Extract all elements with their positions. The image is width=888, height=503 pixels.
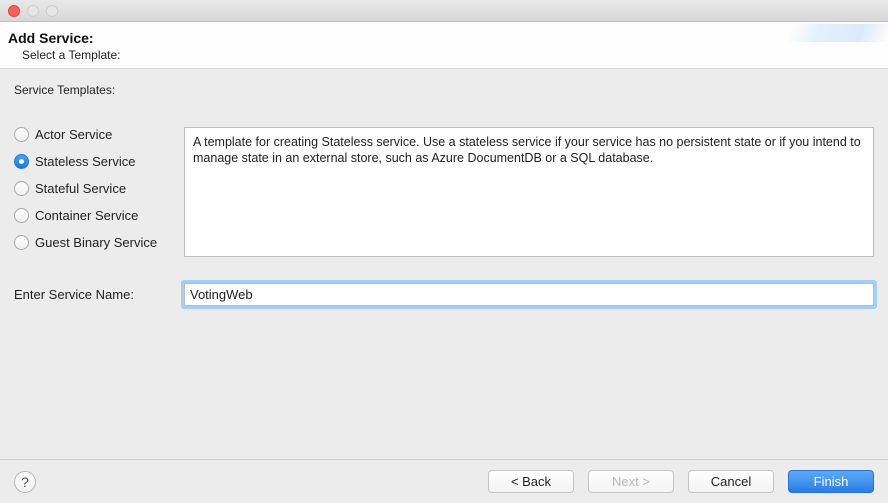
back-button[interactable]: < Back xyxy=(488,470,574,493)
radio-dot-icon xyxy=(19,159,24,164)
radio-label: Actor Service xyxy=(35,127,112,142)
radio-label: Stateful Service xyxy=(35,181,126,196)
template-description: A template for creating Stateless servic… xyxy=(184,127,874,257)
footer-button-row: < Back Next > Cancel Finish xyxy=(488,470,874,493)
service-name-row: Enter Service Name: xyxy=(14,283,874,306)
radio-icon xyxy=(14,208,29,223)
radio-icon xyxy=(14,154,29,169)
window-minimize-button xyxy=(27,5,39,17)
dialog-header: Add Service: Select a Template: xyxy=(0,22,888,69)
service-name-label: Enter Service Name: xyxy=(14,287,174,302)
dialog-footer: ? < Back Next > Cancel Finish xyxy=(0,459,888,503)
window-titlebar xyxy=(0,0,888,22)
radio-icon xyxy=(14,181,29,196)
service-name-input-wrap xyxy=(184,283,874,306)
radio-icon xyxy=(14,127,29,142)
help-button[interactable]: ? xyxy=(14,471,36,493)
dialog-title: Add Service: xyxy=(8,30,876,46)
help-icon: ? xyxy=(21,474,29,490)
template-radio-group: Actor Service Stateless Service Stateful… xyxy=(14,127,174,257)
radio-guest-binary-service[interactable]: Guest Binary Service xyxy=(14,235,174,250)
radio-label: Guest Binary Service xyxy=(35,235,157,250)
header-decoration xyxy=(748,24,888,42)
radio-stateful-service[interactable]: Stateful Service xyxy=(14,181,174,196)
window-zoom-button xyxy=(46,5,58,17)
next-button: Next > xyxy=(588,470,674,493)
finish-button[interactable]: Finish xyxy=(788,470,874,493)
radio-stateless-service[interactable]: Stateless Service xyxy=(14,154,174,169)
window-close-button[interactable] xyxy=(8,5,20,17)
radio-label: Stateless Service xyxy=(35,154,135,169)
radio-icon xyxy=(14,235,29,250)
dialog-subtitle: Select a Template: xyxy=(8,48,876,62)
radio-container-service[interactable]: Container Service xyxy=(14,208,174,223)
section-label: Service Templates: xyxy=(14,83,874,97)
dialog-content: Service Templates: Actor Service Statele… xyxy=(0,69,888,306)
cancel-button[interactable]: Cancel xyxy=(688,470,774,493)
radio-actor-service[interactable]: Actor Service xyxy=(14,127,174,142)
template-selection-row: Actor Service Stateless Service Stateful… xyxy=(14,127,874,257)
radio-label: Container Service xyxy=(35,208,138,223)
service-name-input[interactable] xyxy=(184,283,874,306)
